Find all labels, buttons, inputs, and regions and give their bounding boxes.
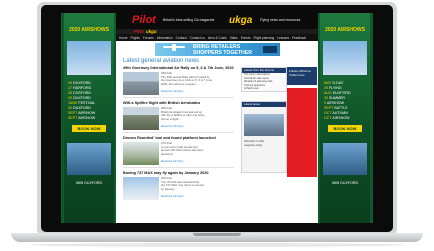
read-more-link[interactable]: Read the full story: [161, 159, 184, 163]
left-ad-title: 2020 AIRSHOWS: [69, 27, 109, 33]
magazine-widget-line[interactable]: Subscribe to Pilot: [244, 140, 264, 143]
article-summary: 27th Feb A new tool to help reunite lost…: [161, 142, 204, 156]
article-title[interactable]: Drones Reunited' tool and found platform…: [123, 136, 234, 140]
nav-item-home[interactable]: Home: [119, 36, 128, 40]
forum-widget-item[interactable]: Airfield news: [242, 87, 286, 91]
main-nav: Home Flights Forums Information Contact …: [116, 34, 318, 41]
laptop-notch: [193, 233, 241, 236]
left-ad-image: [67, 41, 111, 75]
read-more-link[interactable]: Read the full story: [161, 124, 184, 128]
magazine-widget-line[interactable]: magazine today: [244, 144, 262, 147]
forum-widget: Latest from the forums The forum discuss…: [241, 67, 287, 92]
read-more-link[interactable]: Read the full story: [161, 194, 184, 198]
nav-item-aero-costs[interactable]: Aero & Costs: [208, 36, 227, 40]
nav-item-lessons[interactable]: Lessons: [277, 36, 289, 40]
plane-wing-icon: [172, 44, 176, 51]
nav-item-contact[interactable]: Contact: [176, 36, 187, 40]
laptop-screen: 2020 AIRSHOWS 26 DUXFORD 27 FAIRFORD 28 …: [61, 13, 373, 223]
ukga-logo[interactable]: ukga: [229, 14, 252, 27]
banner-ad[interactable]: BRING RETAILERS SHOPPERS TOGETHER: [155, 43, 280, 56]
left-side-ad[interactable]: 2020 AIRSHOWS 26 DUXFORD 27 FAIRFORD 28 …: [64, 13, 114, 223]
article-image[interactable]: [123, 72, 159, 95]
nav-item-forums[interactable]: Forums: [143, 36, 154, 40]
article-summary: 29th Feb The 49th annual Rally will be h…: [161, 72, 212, 86]
sub-ukga-logo[interactable]: ukga: [146, 29, 157, 34]
right-ad-title: 2020 AIRSHOWS: [325, 27, 365, 33]
nav-item-flight-planning[interactable]: Flight planning: [253, 36, 274, 40]
magazine-widget-title: Latest issue: [242, 102, 286, 107]
twitter-promo[interactable]: Follow UKGA on Twitter here: [287, 67, 317, 85]
article-image[interactable]: [123, 142, 159, 165]
pilot-tagline: Britain's best-selling GA magazine: [163, 18, 215, 22]
nav-item-sales[interactable]: Sales: [230, 36, 238, 40]
article-divider: [123, 167, 234, 168]
article-title[interactable]: Boeing 737 MAX may fly again by January …: [123, 171, 234, 175]
magazine-cover-image[interactable]: [244, 114, 284, 136]
nav-item-flights[interactable]: Flights: [131, 36, 140, 40]
nav-item-information[interactable]: Information: [157, 36, 173, 40]
nav-item-feedback[interactable]: Feedback: [292, 36, 306, 40]
banner-line-2: SHOPPERS TOGETHER: [193, 49, 252, 56]
right-side-ad[interactable]: 2020 AIRSHOWS MAY D-DAY 29 FLYING AUG DU…: [320, 13, 370, 223]
section-title: Latest general aviation news: [123, 58, 200, 64]
right-ad-book-button[interactable]: BOOK NOW: [328, 125, 362, 132]
article-divider: [123, 97, 234, 98]
ukga-tagline: Flying news and resources: [260, 18, 301, 22]
article-title[interactable]: 49th Guernsey International Air Rally on…: [123, 66, 234, 70]
red-advert[interactable]: [287, 88, 317, 177]
right-ad-aircraft-image: [323, 143, 367, 175]
twitter-promo-text: Follow UKGA on Twitter here: [289, 69, 312, 77]
nav-item-events[interactable]: Events: [241, 36, 251, 40]
laptop-shadow: [30, 243, 404, 247]
left-ad-footer: IWM DUXFORD: [75, 181, 103, 185]
article-summary: 26th Feb The US FAA has indicated that t…: [161, 177, 205, 191]
magazine-widget: Latest issue Subscribe to Pilot magazine…: [241, 101, 287, 173]
read-more-link[interactable]: Read the full story: [161, 89, 184, 93]
left-ad-aircraft-image: [67, 143, 111, 175]
sub-pilot-logo[interactable]: Pilot: [134, 29, 144, 34]
article-title[interactable]: WIN a Spitfire flight with British Aerob…: [123, 101, 234, 105]
right-ad-list: MAY D-DAY 29 FLYING AUG DUXFORD 30 SUMME…: [324, 81, 351, 120]
website-content: Pilot Britain's best-selling GA magazine…: [116, 13, 318, 223]
article-divider: [123, 132, 234, 133]
left-ad-list: 26 DUXFORD 27 FAIRFORD 28 COSFORD 29 DUX…: [68, 81, 96, 120]
banner-logo: [263, 46, 277, 53]
left-ad-book-button[interactable]: BOOK NOW: [72, 125, 106, 132]
right-ad-footer: IWM DUXFORD: [331, 181, 359, 185]
article-image[interactable]: [123, 107, 159, 130]
nav-item-contact-us[interactable]: Contact us: [190, 36, 205, 40]
pilot-logo[interactable]: Pilot: [132, 14, 156, 27]
article-summary: 28th Feb British Aerobatics has teamed u…: [161, 107, 205, 121]
right-ad-image: [323, 41, 367, 75]
article-image[interactable]: [123, 177, 159, 200]
